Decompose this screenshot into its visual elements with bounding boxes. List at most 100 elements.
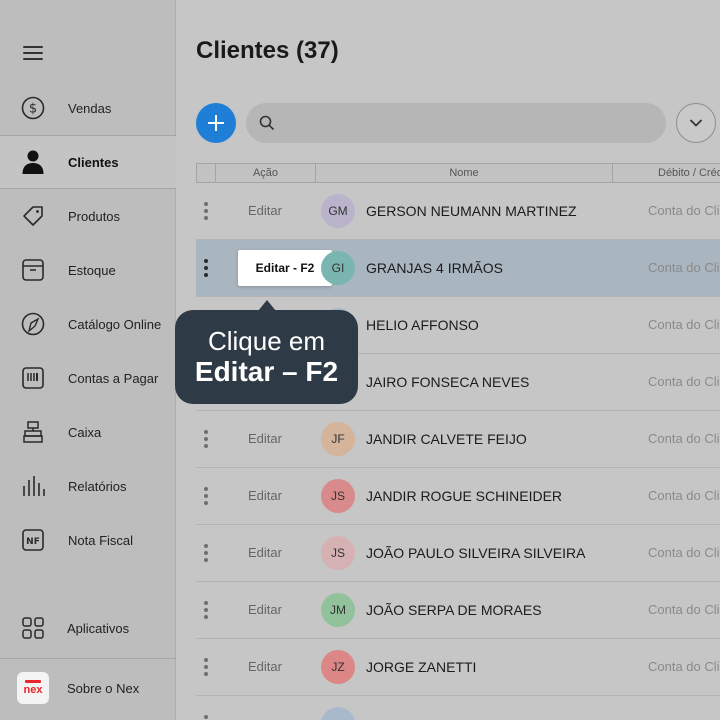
table-row-selected[interactable]: Editar - F2 GI GRANJAS 4 IRMÃOS Conta do… <box>196 240 720 297</box>
row-menu-icon[interactable] <box>204 544 208 562</box>
client-name: JANDIR ROGUE SCHINEIDER <box>366 488 563 504</box>
bar-chart-icon <box>20 473 46 499</box>
sidebar-item-caixa[interactable]: Caixa <box>0 405 176 459</box>
avatar: JM <box>321 593 355 627</box>
table-row[interactable] <box>196 696 720 720</box>
sidebar-item-label: Catálogo Online <box>68 316 162 332</box>
table-row[interactable]: Editar JF JANDIR CALVETE FEIJO Conta do … <box>196 411 720 468</box>
svg-text:NF: NF <box>26 537 40 547</box>
sidebar-item-label: Contas a Pagar <box>68 370 159 386</box>
sidebar-item-vendas[interactable]: $ Vendas <box>0 81 176 135</box>
avatar: JZ <box>321 650 355 684</box>
client-balance: Conta do Cliente <box>648 260 720 275</box>
sidebar-item-label: Vendas <box>68 100 112 116</box>
svg-text:$: $ <box>29 102 37 117</box>
client-name: JANDIR CALVETE FEIJO <box>366 431 527 447</box>
tooltip-line-2: Editar – F2 <box>194 356 339 387</box>
edit-button[interactable]: Editar <box>248 431 282 446</box>
dollar-icon: $ <box>20 95 46 121</box>
client-name: GRANJAS 4 IRMÃOS <box>366 260 503 276</box>
sidebar: $ Vendas Clientes Produtos Estoque Catál… <box>0 0 176 720</box>
column-header-nome[interactable]: Nome <box>315 164 612 182</box>
client-name: JAIRO FONSECA NEVES <box>366 374 530 390</box>
row-menu-icon[interactable] <box>204 601 208 619</box>
person-icon <box>20 149 46 175</box>
sidebar-item-label: Estoque <box>68 262 116 278</box>
table-row[interactable]: Editar GM GERSON NEUMANN MARTINEZ Conta … <box>196 183 720 240</box>
edit-button[interactable]: Editar <box>248 602 282 617</box>
sidebar-item-label: Sobre o Nex <box>67 680 140 696</box>
client-balance: Conta do Cliente <box>648 431 720 446</box>
row-menu-icon[interactable] <box>204 430 208 448</box>
client-name: GERSON NEUMANN MARTINEZ <box>366 203 577 219</box>
avatar: GI <box>321 251 355 285</box>
column-header-debito-credito[interactable]: Débito / Crédito <box>612 164 720 182</box>
row-menu-icon[interactable] <box>204 259 208 277</box>
sidebar-item-aplicativos[interactable]: Aplicativos <box>0 601 176 655</box>
edit-button[interactable]: Editar <box>248 659 282 674</box>
row-menu-icon[interactable] <box>204 658 208 676</box>
sidebar-item-nota-fiscal[interactable]: NF Nota Fiscal <box>0 513 176 567</box>
add-client-button[interactable] <box>196 103 236 143</box>
edit-button[interactable]: Editar <box>248 488 282 503</box>
client-name: JOÃO SERPA DE MORAES <box>366 602 542 618</box>
compass-icon <box>20 311 46 337</box>
box-icon <box>20 257 46 283</box>
search-icon <box>259 115 275 136</box>
filter-dropdown-button[interactable] <box>676 103 716 143</box>
nex-logo: nex <box>16 671 50 705</box>
table-header: Ação Nome Débito / Crédito <box>196 163 720 183</box>
page-title: Clientes (37) <box>196 37 339 64</box>
tag-icon <box>20 203 46 229</box>
client-name: JORGE ZANETTI <box>366 659 477 675</box>
edit-button[interactable]: Editar <box>248 545 282 560</box>
avatar: JF <box>321 422 355 456</box>
row-menu-icon[interactable] <box>204 487 208 505</box>
menu-icon[interactable] <box>23 46 43 60</box>
tutorial-tooltip: Clique em Editar – F2 <box>175 300 358 404</box>
client-balance: Conta do Cliente <box>648 203 720 218</box>
sidebar-item-label: Relatórios <box>68 478 127 494</box>
table-row[interactable]: Editar JZ JORGE ZANETTI Conta do Cliente <box>196 639 720 696</box>
sidebar-divider <box>0 658 176 659</box>
row-menu-icon[interactable] <box>204 202 208 220</box>
avatar: JS <box>321 479 355 513</box>
sidebar-item-contas-a-pagar[interactable]: Contas a Pagar <box>0 351 176 405</box>
sidebar-item-clientes[interactable]: Clientes <box>0 135 176 189</box>
register-icon <box>20 419 46 445</box>
search-input[interactable] <box>284 103 654 143</box>
apps-grid-icon <box>20 615 46 641</box>
plus-icon <box>208 115 224 131</box>
sidebar-item-catalogo-online[interactable]: Catálogo Online <box>0 297 176 351</box>
table-row[interactable]: Editar JS JOÃO PAULO SILVEIRA SILVEIRA C… <box>196 525 720 582</box>
edit-f2-button[interactable]: Editar - F2 <box>238 250 332 286</box>
sidebar-item-produtos[interactable]: Produtos <box>0 189 176 243</box>
client-balance: Conta do Cliente <box>648 317 720 332</box>
table-row[interactable]: Editar JS JANDIR ROGUE SCHINEIDER Conta … <box>196 468 720 525</box>
client-balance: Conta do Cliente <box>648 488 720 503</box>
search-bar[interactable] <box>246 103 666 143</box>
nf-icon: NF <box>20 527 46 553</box>
sidebar-item-label: Nota Fiscal <box>68 532 134 548</box>
sidebar-item-label: Caixa <box>68 424 102 440</box>
edit-button[interactable]: Editar <box>248 203 282 218</box>
barcode-icon <box>20 365 46 391</box>
sidebar-item-label: Clientes <box>68 154 119 170</box>
table-row[interactable]: Editar JM JOÃO SERPA DE MORAES Conta do … <box>196 582 720 639</box>
chevron-down-icon <box>689 119 703 127</box>
avatar <box>321 707 355 720</box>
sidebar-item-sobre[interactable]: nex Sobre o Nex <box>0 661 176 715</box>
sidebar-item-label: Produtos <box>68 208 121 224</box>
client-balance: Conta do Cliente <box>648 374 720 389</box>
row-menu-icon[interactable] <box>204 715 208 720</box>
client-name: HELIO AFFONSO <box>366 317 479 333</box>
column-header-acao[interactable]: Ação <box>215 164 315 182</box>
tooltip-line-1: Clique em <box>207 326 326 356</box>
logo-text: nex <box>23 684 43 696</box>
sidebar-item-estoque[interactable]: Estoque <box>0 243 176 297</box>
client-balance: Conta do Cliente <box>648 659 720 674</box>
client-name: JOÃO PAULO SILVEIRA SILVEIRA <box>366 545 586 561</box>
avatar: GM <box>321 194 355 228</box>
sidebar-item-relatorios[interactable]: Relatórios <box>0 459 176 513</box>
sidebar-item-label: Aplicativos <box>67 620 130 636</box>
